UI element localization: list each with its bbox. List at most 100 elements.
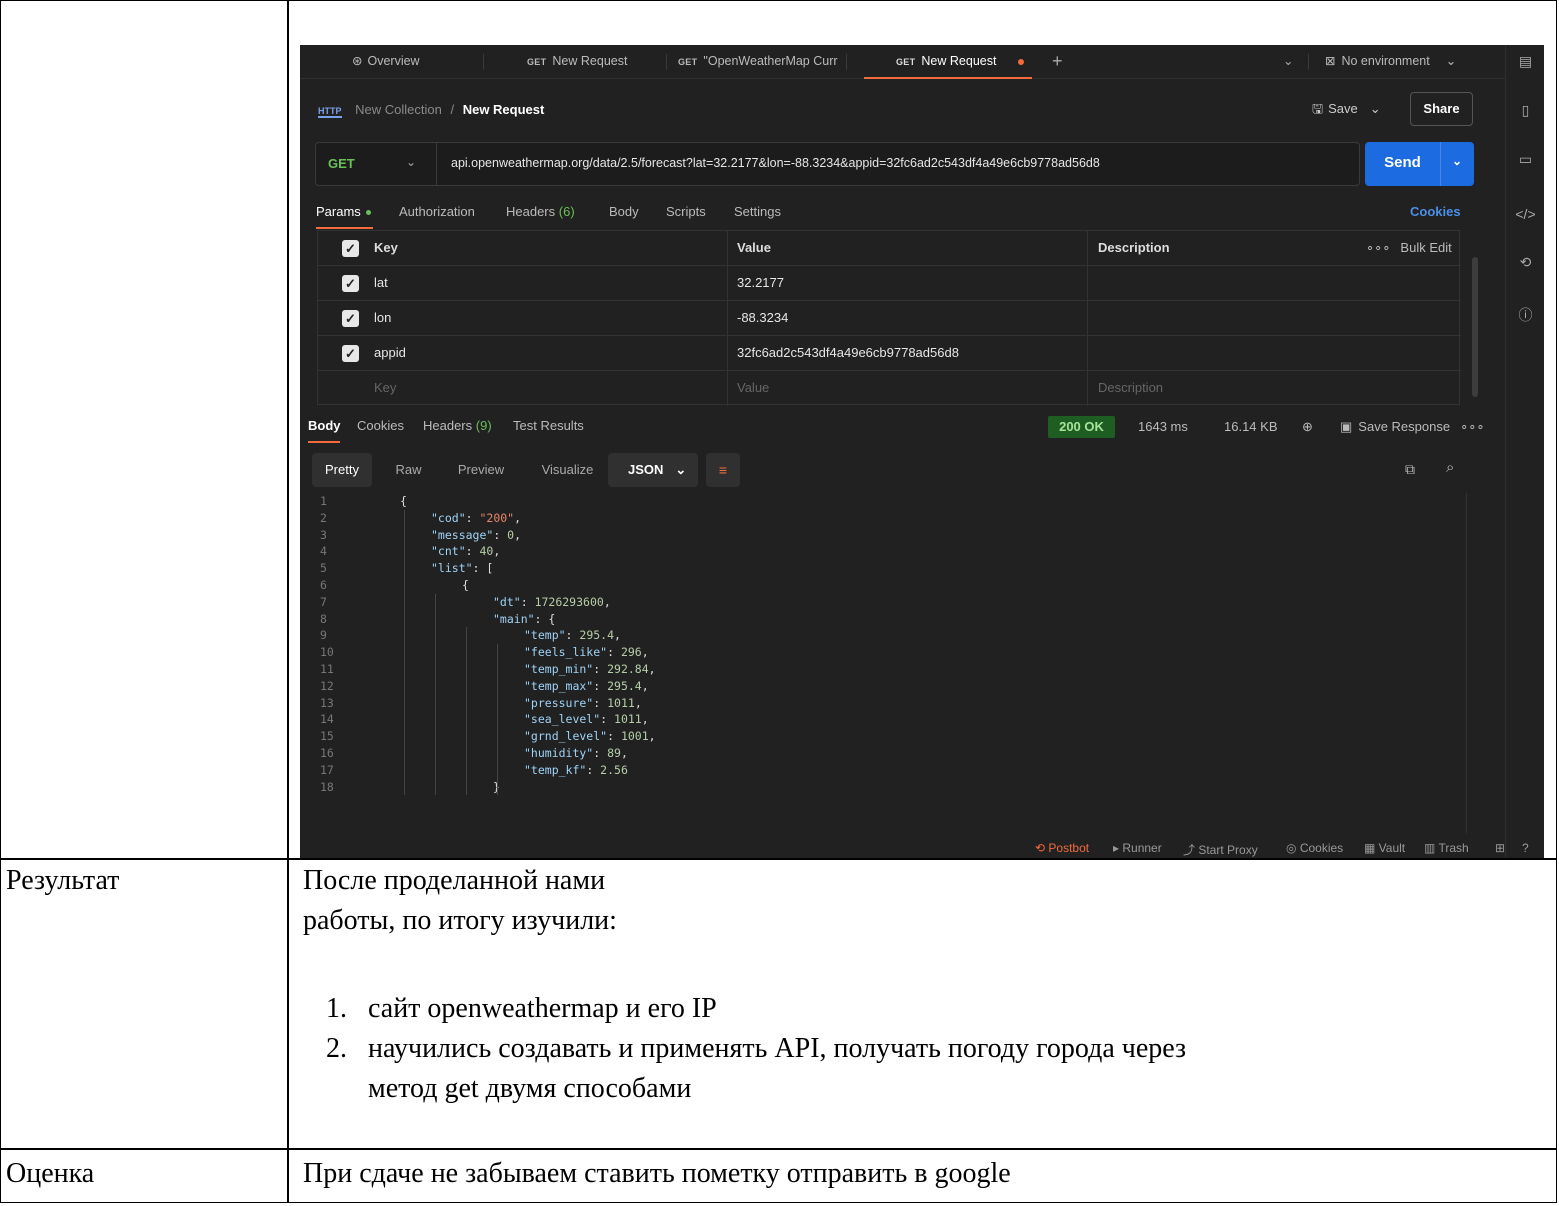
new-description-input[interactable]: Description bbox=[1098, 371, 1163, 406]
trash-icon: ▥ bbox=[1424, 841, 1439, 855]
method-chevron-icon[interactable]: ⌄ bbox=[406, 155, 416, 169]
tab-authorization[interactable]: Authorization bbox=[399, 204, 475, 219]
statusbar-label: Vault bbox=[1378, 841, 1406, 855]
layout-icon[interactable]: ⊞ bbox=[1495, 841, 1505, 855]
wrap-lines-icon[interactable]: ≡ bbox=[706, 453, 740, 487]
save-button[interactable]: 🖫 Save ⌄ bbox=[1312, 100, 1381, 122]
code-line: 2 "cod": "200", bbox=[300, 510, 1460, 526]
code-icon[interactable]: </> bbox=[1506, 206, 1544, 222]
view-visualize[interactable]: Visualize bbox=[530, 453, 605, 487]
response-code-editor[interactable]: 1{2 "cod": "200", 3 "message": 0, 4 "cnt": 40… bbox=[300, 493, 1468, 833]
tabs-dropdown-chevron-icon[interactable]: ⌄ bbox=[1283, 45, 1297, 79]
statusbar-label: Runner bbox=[1122, 841, 1162, 855]
code-line: 5 "list": [ bbox=[300, 560, 1460, 576]
tab-new-request-active[interactable]: GET New Request bbox=[864, 45, 1032, 79]
related-icon[interactable]: ⟲ bbox=[1506, 254, 1544, 271]
environment-quicklook-icon[interactable]: ▤ bbox=[1506, 53, 1544, 70]
cookies-link[interactable]: Cookies bbox=[1410, 204, 1461, 219]
format-selector[interactable]: JSON ⌄ bbox=[608, 453, 698, 487]
new-tab-plus-icon[interactable]: + bbox=[1052, 45, 1072, 79]
start-proxy-button[interactable]: ⤴ Start Proxy bbox=[1183, 841, 1258, 858]
params-scrollbar[interactable] bbox=[1472, 257, 1478, 397]
tab-settings[interactable]: Settings bbox=[734, 204, 781, 219]
vault-button[interactable]: ▦ Vault bbox=[1364, 841, 1405, 855]
tab-body[interactable]: Body bbox=[609, 204, 639, 219]
code-text: "grnd_level": 1001, bbox=[524, 729, 656, 744]
line-number: 13 bbox=[320, 695, 334, 710]
line-number: 8 bbox=[320, 611, 327, 626]
view-raw[interactable]: Raw bbox=[386, 453, 431, 487]
select-all-checkbox[interactable]: ✓ bbox=[342, 240, 359, 257]
breadcrumb-separator: / bbox=[450, 102, 455, 117]
param-value[interactable]: 32.2177 bbox=[737, 266, 784, 301]
bulk-edit-button[interactable]: ∘∘∘ Bulk Edit bbox=[1366, 231, 1452, 266]
active-tab-underline bbox=[316, 227, 373, 229]
tab-overview[interactable]: ⊛ Overview bbox=[352, 45, 472, 79]
line-number: 16 bbox=[320, 746, 334, 760]
tab-method: GET bbox=[896, 57, 916, 67]
tab-count: (9) bbox=[475, 418, 492, 433]
environment-selector[interactable]: ⊠ No environment ⌄ bbox=[1325, 45, 1485, 79]
row-checkbox[interactable]: ✓ bbox=[342, 310, 359, 327]
tab-headers[interactable]: Headers (6) bbox=[506, 204, 575, 219]
view-preview[interactable]: Preview bbox=[446, 453, 516, 487]
comments-icon[interactable]: ▭ bbox=[1506, 151, 1544, 168]
http-icon: HTTP bbox=[318, 106, 342, 118]
table-row-divider bbox=[0, 1148, 1557, 1150]
code-text: "sea_level": 1011, bbox=[524, 712, 649, 727]
cookies-button[interactable]: ◎ Cookies bbox=[1286, 841, 1343, 855]
tab-new-request-1[interactable]: GET New Request bbox=[527, 45, 677, 79]
code-line: 14 "sea_level": 1011, bbox=[300, 711, 1460, 727]
status-bar: ⟲ Postbot ▸ Runner ⤴ Start Proxy ◎ Cooki… bbox=[300, 839, 1544, 858]
runner-button[interactable]: ▸ Runner bbox=[1113, 841, 1162, 855]
code-scrollbar[interactable] bbox=[1466, 493, 1467, 833]
param-value[interactable]: -88.3234 bbox=[737, 301, 788, 336]
send-button[interactable]: Send ⌄ bbox=[1365, 142, 1474, 186]
globe-icon[interactable]: ⊕ bbox=[1302, 419, 1313, 435]
param-key[interactable]: lon bbox=[374, 301, 391, 336]
tab-response-body[interactable]: Body bbox=[308, 418, 341, 433]
line-number: 1 bbox=[320, 494, 327, 508]
tab-params[interactable]: Params bbox=[316, 204, 371, 219]
new-value-input[interactable]: Value bbox=[737, 371, 769, 406]
documentation-icon[interactable]: ▯ bbox=[1506, 102, 1544, 119]
tab-openweathermap[interactable]: GET "OpenWeatherMap Curr bbox=[678, 45, 838, 79]
method-selector[interactable]: GET bbox=[328, 156, 355, 171]
param-value[interactable]: 32fc6ad2c543df4a49e6cb9778ad56d8 bbox=[737, 336, 959, 371]
search-icon[interactable]: ⌕ bbox=[1446, 459, 1454, 476]
postbot-button[interactable]: ⟲ Postbot bbox=[1035, 841, 1089, 855]
statusbar-label: Start Proxy bbox=[1198, 843, 1258, 857]
tab-scripts[interactable]: Scripts bbox=[666, 204, 706, 219]
save-response-button[interactable]: ▣ Save Response ∘∘∘ bbox=[1340, 419, 1485, 435]
indent-guide bbox=[435, 593, 436, 796]
param-key[interactable]: lat bbox=[374, 266, 388, 301]
tab-response-headers[interactable]: Headers (9) bbox=[423, 418, 492, 433]
share-button[interactable]: Share bbox=[1410, 92, 1473, 126]
help-icon[interactable]: ? bbox=[1522, 841, 1529, 855]
copy-icon[interactable]: ⧉ bbox=[1405, 461, 1415, 478]
params-table: ✓ Key Value Description ∘∘∘ Bulk Edit ✓ l… bbox=[317, 230, 1461, 406]
table-row-empty: Key Value Description bbox=[318, 371, 1461, 406]
row-checkbox[interactable]: ✓ bbox=[342, 345, 359, 362]
info-icon[interactable]: ⓘ bbox=[1506, 305, 1544, 325]
breadcrumb-collection[interactable]: New Collection bbox=[355, 102, 442, 117]
breadcrumb-request[interactable]: New Request bbox=[463, 102, 545, 117]
indent-guide bbox=[404, 509, 405, 796]
unsaved-dot-icon bbox=[1018, 58, 1025, 65]
tab-label: Headers bbox=[506, 204, 556, 219]
url-input[interactable]: api.openweathermap.org/data/2.5/forecast… bbox=[451, 156, 1100, 170]
runner-icon: ▸ bbox=[1113, 841, 1123, 855]
table-header-row: ✓ Key Value Description ∘∘∘ Bulk Edit bbox=[318, 231, 1461, 266]
tab-test-results[interactable]: Test Results bbox=[513, 418, 584, 433]
new-key-input[interactable]: Key bbox=[374, 371, 396, 406]
param-key[interactable]: appid bbox=[374, 336, 406, 371]
vault-icon: ▦ bbox=[1364, 841, 1379, 855]
tab-method: GET bbox=[527, 57, 547, 67]
view-pretty[interactable]: Pretty bbox=[312, 453, 372, 487]
trash-button[interactable]: ▥ Trash bbox=[1424, 841, 1469, 855]
table-row-divider bbox=[0, 858, 1557, 860]
send-chevron-icon[interactable]: ⌄ bbox=[1440, 154, 1474, 168]
code-text: "feels_like": 296, bbox=[524, 645, 649, 660]
tab-response-cookies[interactable]: Cookies bbox=[357, 418, 404, 433]
row-checkbox[interactable]: ✓ bbox=[342, 275, 359, 292]
